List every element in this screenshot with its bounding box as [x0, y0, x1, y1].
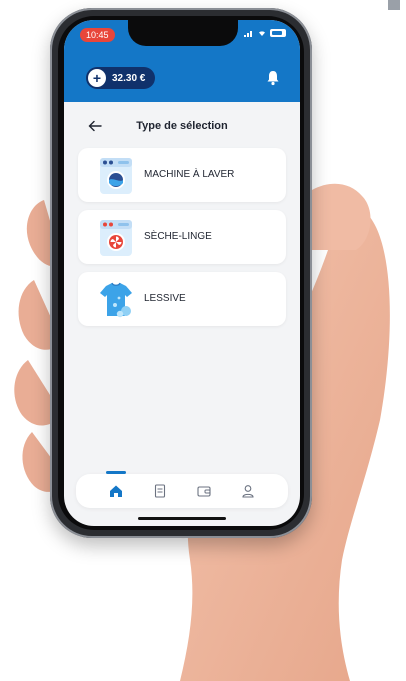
option-washing-machine[interactable]: MACHINE À LAVER	[78, 148, 286, 202]
balance-amount: 32.30 €	[112, 72, 146, 84]
receipt-icon[interactable]	[152, 483, 168, 499]
status-icons	[244, 29, 286, 37]
app-header: 10:45 + 32.30 €	[64, 20, 300, 102]
wifi-icon	[259, 30, 265, 36]
option-detergent[interactable]: LESSIVE	[78, 272, 286, 326]
option-label: MACHINE À LAVER	[144, 169, 235, 180]
home-indicator	[138, 517, 226, 520]
wallet-icon[interactable]	[196, 483, 212, 499]
app-screen: 10:45 + 32.30 € Type de sélection MACHIN…	[64, 20, 300, 526]
bell-icon[interactable]	[266, 70, 280, 86]
balance-pill[interactable]: + 32.30 €	[86, 67, 156, 89]
washing-machine-icon	[100, 158, 132, 194]
active-tab-indicator	[106, 471, 126, 474]
signal-icon	[244, 30, 252, 37]
user-icon[interactable]	[240, 483, 256, 499]
add-funds-icon[interactable]: +	[88, 69, 106, 87]
option-label: SÈCHE-LINGE	[144, 231, 212, 242]
option-dryer[interactable]: SÈCHE-LINGE	[78, 210, 286, 264]
option-label: LESSIVE	[144, 293, 186, 304]
dryer-icon	[100, 220, 132, 256]
battery-icon	[270, 29, 286, 37]
home-icon[interactable]	[108, 483, 124, 499]
notch	[128, 20, 238, 46]
detergent-shirt-icon	[100, 282, 132, 318]
bottom-tab-bar	[76, 471, 288, 508]
status-time: 10:45	[80, 28, 115, 42]
page-title: Type de sélection	[136, 120, 228, 132]
